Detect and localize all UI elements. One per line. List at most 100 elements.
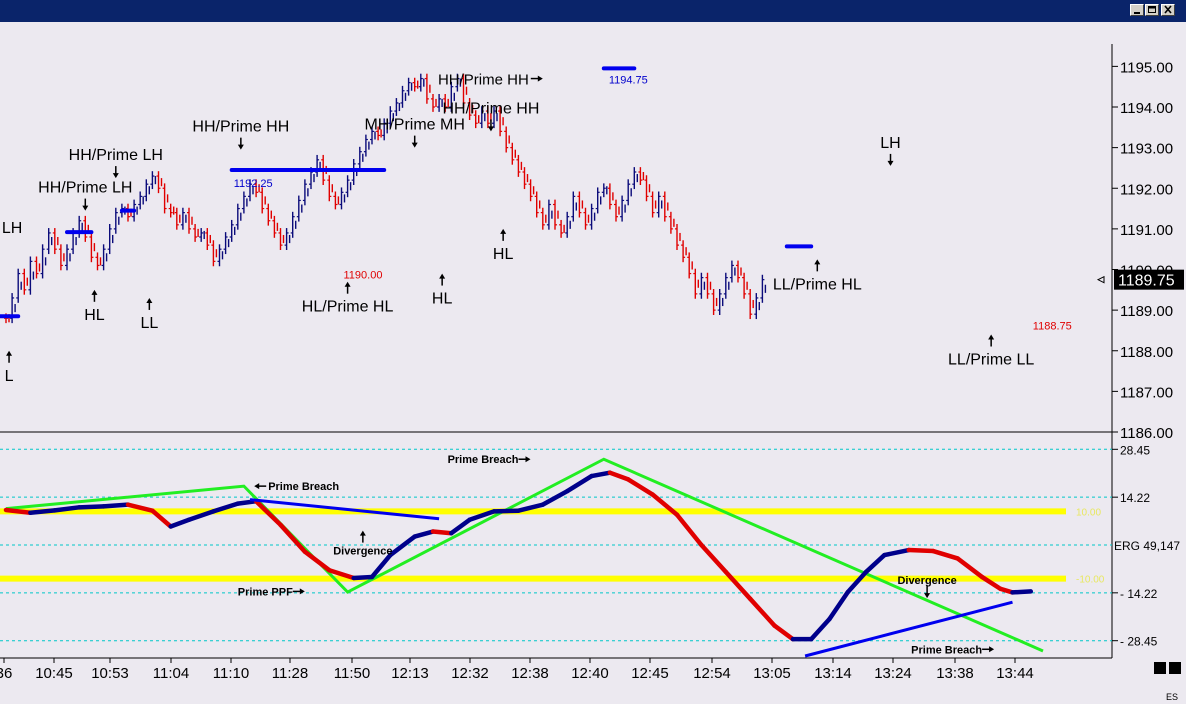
time-tick-label: 12:38 (511, 665, 549, 682)
erg-line-segment (747, 596, 777, 628)
time-tick-label: 13:44 (996, 665, 1034, 682)
erg-label: ERG 49,147 (1114, 539, 1180, 553)
erg-line-segment (430, 529, 454, 536)
price-tick-label: 1186.00 (1120, 425, 1173, 442)
annotation-arrow-icon (254, 483, 260, 490)
erg-tick-label: 14.22 (1120, 491, 1150, 505)
window-titlebar (0, 0, 1186, 22)
minimize-button[interactable] (1130, 4, 1144, 16)
annotation-arrow-icon (6, 350, 13, 356)
erg-line-segment (76, 504, 106, 510)
minimize-icon (1134, 12, 1140, 14)
annotation-arrow-icon (237, 144, 244, 150)
erg-annotation: Prime Breach (911, 644, 982, 656)
erg-line-segment (278, 522, 308, 554)
annotation-arrow-icon (91, 289, 98, 295)
time-tick-label: 13:38 (936, 665, 974, 682)
annotation-arrow-icon (146, 297, 153, 303)
price-value-label: 1192.25 (234, 178, 273, 190)
time-tick-label: 11:10 (213, 665, 249, 682)
time-tick-label: 12:40 (571, 665, 609, 682)
erg-line-segment (491, 508, 521, 514)
annotation-arrow-icon (359, 530, 366, 536)
erg-tick-label: 28.45 (1120, 443, 1150, 457)
erg-line-segment (882, 547, 912, 558)
time-tick-label: 12:54 (693, 665, 731, 682)
annotation-arrow-icon (487, 126, 494, 132)
annotation-arrow-icon (988, 334, 995, 340)
annotation-arrow-icon (299, 588, 305, 595)
price-tick-label: 1194.00 (1120, 100, 1173, 117)
price-annotation: HH/Prime HH (443, 100, 540, 117)
time-tick-label: 13:24 (874, 665, 912, 682)
erg-line-segment (564, 473, 594, 494)
time-tick-label: 10:45 (35, 665, 73, 682)
erg-annotation: Prime Breach (268, 481, 339, 493)
erg-line-segment (168, 517, 192, 529)
time-tick-label: 11:04 (153, 665, 189, 682)
price-annotation: L (5, 368, 14, 385)
erg-line-segment (808, 616, 832, 642)
erg-line-segment (1010, 589, 1034, 595)
erg-line-segment (699, 542, 729, 575)
price-tick-label: 1192.00 (1120, 181, 1173, 198)
erg-line-segment (906, 547, 936, 554)
chart-area[interactable]: 1195.00 1194.00 1193.00 1192.00 1191.00 1190.… (0, 22, 1186, 704)
erg-line-segment (28, 508, 58, 515)
annotation-arrow-icon (411, 142, 418, 148)
erg-line-segment (540, 488, 570, 507)
time-tick-label: 11:50 (334, 665, 370, 682)
erg-line-segment (235, 499, 259, 506)
price-annotation: HH/Prime HH (438, 72, 529, 89)
erg-line-segment (351, 574, 375, 581)
price-tick-label: 1189.00 (1120, 303, 1173, 320)
price-value-label: 1188.75 (1033, 320, 1072, 332)
erg-line-segment (863, 552, 887, 575)
maximize-button[interactable] (1145, 4, 1159, 16)
erg-line-segment (388, 534, 417, 558)
close-button[interactable] (1161, 4, 1175, 16)
annotation-arrow-icon (500, 228, 507, 234)
time-tick-label: 13:14 (814, 665, 852, 682)
price-value-label: 1190.00 (344, 270, 383, 282)
erg-annotation: Divergence (897, 575, 956, 587)
price-annotation: LH (2, 220, 22, 237)
erg-line-segment (302, 549, 332, 573)
erg-annotation: Prime Breach (448, 454, 519, 466)
erg-line-segment (412, 529, 436, 539)
erg-line-segment (845, 569, 869, 595)
erg-line-segment (772, 623, 796, 642)
erg-line-segment (674, 512, 704, 548)
price-annotation: HL (84, 307, 105, 324)
annotation-arrow-icon (814, 259, 821, 265)
price-annotation: HH/Prime HH (192, 119, 289, 136)
time-tick-label: 12:45 (631, 665, 669, 682)
annotation-arrow-icon (989, 646, 995, 653)
time-tick-label: 13:05 (753, 665, 791, 682)
price-annotation: HH/Prime LH (38, 180, 132, 197)
erg-line-segment (930, 548, 960, 561)
price-tick-label: 1187.00 (1120, 384, 1173, 401)
erg-tick-label: - 28.45 (1120, 635, 1158, 649)
price-annotation: HH/Prime LH (69, 147, 163, 164)
price-annotation: HL (493, 246, 514, 263)
price-annotation: LH (880, 135, 900, 152)
annotation-arrow-icon (537, 75, 543, 82)
time-tick-label: 36 (0, 665, 12, 682)
annotation-arrow-icon (82, 205, 89, 211)
price-annotation: MH/Prime MH (364, 117, 464, 134)
annotation-arrow-icon (112, 173, 119, 179)
erg-line-segment (827, 589, 851, 622)
price-tick-label: 1193.00 (1120, 141, 1173, 158)
maximize-icon (1148, 6, 1156, 13)
price-annotation: LL (140, 315, 158, 332)
erg-line-segment (52, 505, 82, 513)
erg-line-segment (3, 507, 33, 515)
symbol-label: ES (1165, 692, 1178, 702)
current-price-pointer (1096, 275, 1105, 284)
erg-line-segment (625, 477, 655, 497)
current-price-label: 1189.75 (1118, 273, 1175, 290)
close-icon (1164, 5, 1172, 14)
price-tick-label: 1195.00 (1120, 59, 1173, 76)
time-tick-label: 12:32 (451, 665, 489, 682)
